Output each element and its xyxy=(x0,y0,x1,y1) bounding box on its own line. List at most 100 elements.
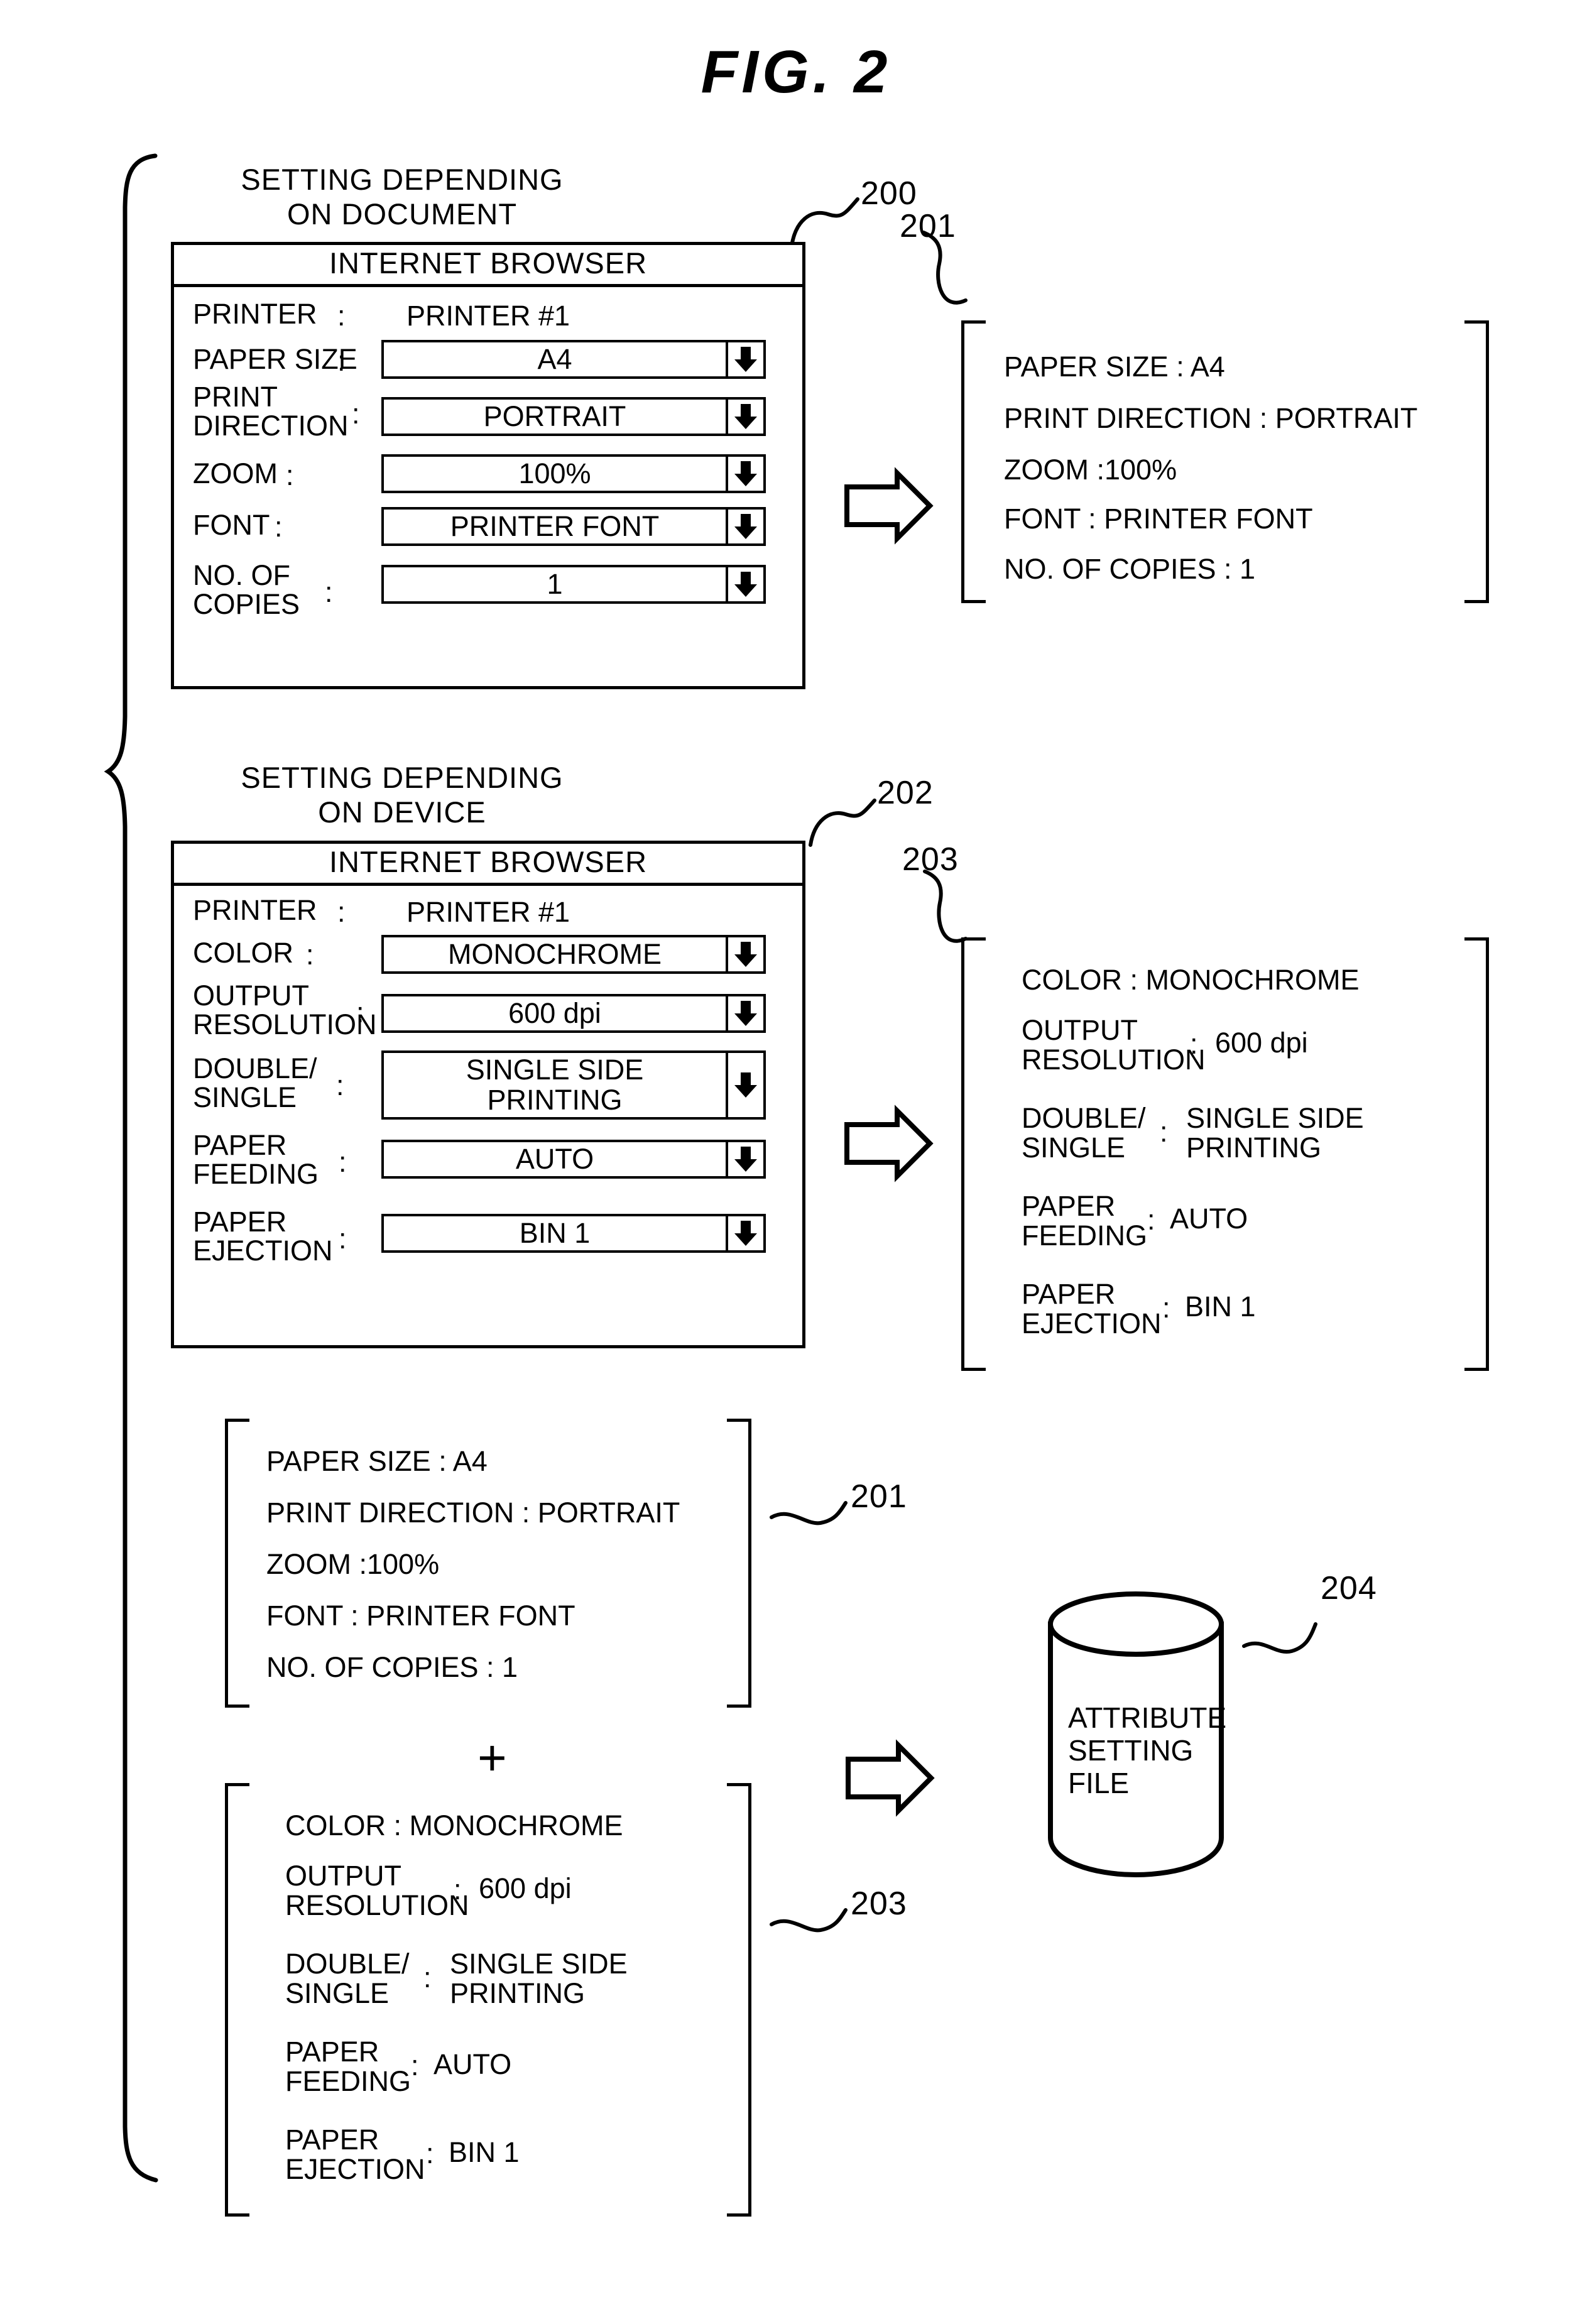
device-paper-ejection-colon: : xyxy=(339,1223,347,1255)
font-dropdown[interactable]: PRINTER FONT xyxy=(381,507,766,546)
paper-ejection-value: BIN 1 xyxy=(519,1217,591,1249)
leader-200 xyxy=(790,197,859,248)
document-dialog-title: INTERNET BROWSER xyxy=(174,245,802,287)
attr-paper-ejection-colon: : xyxy=(1162,1292,1170,1324)
document-printer-value: PRINTER #1 xyxy=(406,300,570,332)
device-paper-feeding-label: PAPER FEEDING xyxy=(193,1131,319,1189)
document-attribute-block-bottom: PAPER SIZE : A4 PRINT DIRECTION : PORTRA… xyxy=(225,1419,751,1708)
device-paper-ejection-label: PAPER EJECTION xyxy=(193,1208,333,1265)
paper-size-dropdown-arrow-icon[interactable] xyxy=(726,342,763,376)
paper-size-value: A4 xyxy=(537,343,572,375)
attr-duplex-line2: SINGLE xyxy=(285,1977,390,2009)
print-direction-dropdown[interactable]: PORTRAIT xyxy=(381,397,766,436)
document-paper-size-label: PAPER SIZE xyxy=(193,343,357,375)
zoom-dropdown[interactable]: 100% xyxy=(381,454,766,493)
color-dropdown-arrow-icon[interactable] xyxy=(726,937,763,971)
attr-output-resolution-value: 600 dpi xyxy=(1215,1027,1308,1059)
attr-paper-ejection-value: BIN 1 xyxy=(1185,1290,1256,1323)
document-attribute-block-top: PAPER SIZE : A4 PRINT DIRECTION : PORTRA… xyxy=(961,320,1489,603)
attr-output-resolution-line1: OUTPUT xyxy=(285,1860,401,1892)
paper-size-dropdown[interactable]: A4 xyxy=(381,340,766,379)
storage-label-line3: FILE xyxy=(1068,1767,1130,1799)
output-resolution-dropdown[interactable]: 600 dpi xyxy=(381,994,766,1033)
attr-duplex-value-line1: SINGLE SIDE xyxy=(450,1948,628,1980)
attr-paper-feeding-line2: FEEDING xyxy=(1022,1219,1148,1252)
chevron-down-icon xyxy=(734,461,757,486)
attr-duplex-value-line1: SINGLE SIDE xyxy=(1186,1102,1364,1134)
device-settings-dialog[interactable]: INTERNET BROWSER PRINTER : PRINTER #1 CO… xyxy=(171,841,805,1348)
ref-203-bottom: 203 xyxy=(851,1885,907,1922)
document-print-direction-colon: : xyxy=(352,398,360,430)
duplex-value-line1: SINGLE SIDE xyxy=(466,1054,644,1086)
zoom-dropdown-arrow-icon[interactable] xyxy=(726,457,763,491)
attr-key-paper-feeding: PAPER FEEDING xyxy=(1022,1191,1147,1250)
attr-paper-ejection-colon: : xyxy=(426,2137,434,2169)
device-output-resolution-colon: : xyxy=(356,996,364,1028)
chevron-down-icon xyxy=(734,347,757,372)
duplex-label-line1: DOUBLE/ xyxy=(193,1052,317,1084)
attr-line-zoom: ZOOM :100% xyxy=(266,1548,440,1580)
document-attribute-list-bottom: PAPER SIZE : A4 PRINT DIRECTION : PORTRA… xyxy=(225,1419,751,1708)
duplex-dropdown-arrow-icon[interactable] xyxy=(726,1053,763,1117)
copies-value: 1 xyxy=(547,568,563,600)
hollow-arrow-storage xyxy=(846,1739,935,1817)
zoom-value: 100% xyxy=(518,457,591,489)
device-attribute-list-top: COLOR : MONOCHROME OUTPUT RESOLUTION : 6… xyxy=(961,937,1489,1371)
copies-label-line1: NO. OF xyxy=(193,559,290,591)
attr-paper-ejection-line2: EJECTION xyxy=(285,2153,425,2185)
attr-paper-ejection-line2: EJECTION xyxy=(1022,1307,1162,1339)
font-dropdown-arrow-icon[interactable] xyxy=(726,510,763,543)
output-resolution-dropdown-arrow-icon[interactable] xyxy=(726,996,763,1030)
attr-line-print-direction: PRINT DIRECTION : PORTRAIT xyxy=(1004,402,1418,434)
chevron-down-icon xyxy=(734,404,757,429)
attr-duplex-colon: : xyxy=(423,1961,432,1994)
leader-202 xyxy=(809,799,876,847)
output-resolution-value: 600 dpi xyxy=(508,997,601,1029)
attr-line-copies: NO. OF COPIES : 1 xyxy=(266,1651,518,1683)
attr-line-print-direction: PRINT DIRECTION : PORTRAIT xyxy=(266,1497,680,1529)
attr-paper-ejection-value: BIN 1 xyxy=(449,2136,520,2168)
chevron-down-icon xyxy=(734,942,757,967)
copies-dropdown-arrow-icon[interactable] xyxy=(726,567,763,601)
document-dialog-body: PRINTER : PRINTER #1 PAPER SIZE : A4 PRI… xyxy=(174,287,802,689)
document-caption-line1: SETTING DEPENDING xyxy=(241,163,564,196)
document-print-direction-label: PRINT DIRECTION xyxy=(193,383,349,440)
attr-key-duplex: DOUBLE/ SINGLE xyxy=(285,1949,410,2008)
document-zoom-colon: : xyxy=(286,459,294,491)
device-dialog-body: PRINTER : PRINTER #1 COLOR : MONOCHROME … xyxy=(174,886,802,1348)
attr-line-copies: NO. OF COPIES : 1 xyxy=(1004,553,1256,585)
storage-label-line1: ATTRIBUTE xyxy=(1068,1701,1227,1734)
device-printer-colon: : xyxy=(337,896,346,928)
attr-line-zoom: ZOOM :100% xyxy=(1004,454,1177,486)
paper-ejection-dropdown-arrow-icon[interactable] xyxy=(726,1216,763,1250)
paper-ejection-dropdown[interactable]: BIN 1 xyxy=(381,1214,766,1253)
paper-ejection-label-line1: PAPER xyxy=(193,1206,287,1238)
document-font-label: FONT xyxy=(193,509,270,541)
duplex-dropdown[interactable]: SINGLE SIDE PRINTING xyxy=(381,1050,766,1120)
copies-dropdown[interactable]: 1 xyxy=(381,565,766,604)
attr-line-paper-size: PAPER SIZE : A4 xyxy=(1004,351,1225,383)
attr-paper-ejection-line1: PAPER xyxy=(285,2124,379,2156)
ref-200: 200 xyxy=(861,175,917,212)
hollow-arrow-device xyxy=(844,1105,934,1182)
attr-paper-ejection-line1: PAPER xyxy=(1022,1278,1116,1310)
paper-feeding-dropdown-arrow-icon[interactable] xyxy=(726,1142,763,1176)
device-attribute-block-top: COLOR : MONOCHROME OUTPUT RESOLUTION : 6… xyxy=(961,937,1489,1371)
attr-paper-feeding-colon: : xyxy=(1147,1204,1155,1236)
ref-201-top: 201 xyxy=(900,208,956,244)
attr-key-duplex: DOUBLE/ SINGLE xyxy=(1022,1103,1146,1162)
paper-feeding-label-line1: PAPER xyxy=(193,1129,287,1161)
document-printer-colon: : xyxy=(337,300,346,332)
paper-feeding-dropdown[interactable]: AUTO xyxy=(381,1140,766,1179)
attr-line-font: FONT : PRINTER FONT xyxy=(266,1600,575,1632)
chevron-down-icon xyxy=(734,572,757,597)
color-dropdown[interactable]: MONOCHROME xyxy=(381,935,766,974)
document-settings-dialog[interactable]: INTERNET BROWSER PRINTER : PRINTER #1 PA… xyxy=(171,242,805,689)
attr-duplex-value: SINGLE SIDE PRINTING xyxy=(1186,1103,1364,1162)
color-value: MONOCHROME xyxy=(448,938,662,970)
print-direction-value: PORTRAIT xyxy=(483,400,626,432)
paper-feeding-label-line2: FEEDING xyxy=(193,1158,319,1190)
print-direction-dropdown-arrow-icon[interactable] xyxy=(726,400,763,434)
document-attribute-list-top: PAPER SIZE : A4 PRINT DIRECTION : PORTRA… xyxy=(961,320,1489,603)
chevron-down-icon xyxy=(734,1221,757,1246)
